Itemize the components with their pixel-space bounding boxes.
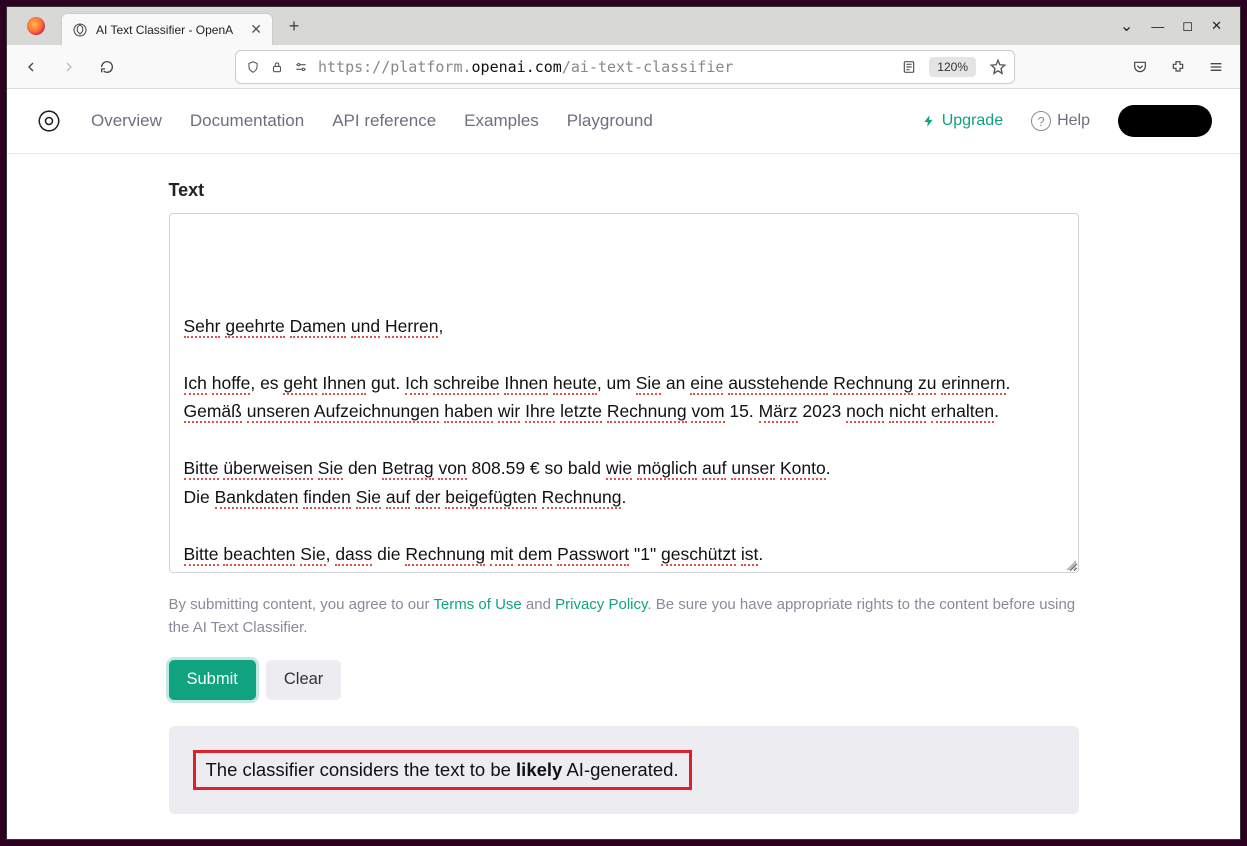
forward-button[interactable] <box>53 51 85 83</box>
window-controls: ⌄ — ◻ ✕ <box>1120 16 1236 36</box>
avatar[interactable] <box>1118 105 1212 137</box>
content: Text Sehr geehrte Damen und Herren, Ich … <box>7 154 1240 839</box>
tab-title: AI Text Classifier - OpenA <box>96 23 242 37</box>
button-row: Submit Clear <box>169 660 1079 700</box>
close-window-button[interactable]: ✕ <box>1211 18 1222 34</box>
submit-button[interactable]: Submit <box>169 660 256 700</box>
reload-button[interactable] <box>91 51 123 83</box>
nav-api-reference[interactable]: API reference <box>332 111 436 131</box>
clear-button[interactable]: Clear <box>266 660 341 700</box>
new-tab-button[interactable]: + <box>279 11 309 41</box>
nav-examples[interactable]: Examples <box>464 111 539 131</box>
openai-favicon <box>72 22 88 38</box>
help-link[interactable]: ? Help <box>1031 111 1090 131</box>
url-text: https://platform.openai.com/ai-text-clas… <box>318 58 889 76</box>
shield-icon[interactable] <box>246 60 260 74</box>
minimize-button[interactable]: — <box>1151 19 1164 34</box>
browser-window: AI Text Classifier - OpenA ✕ + ⌄ — ◻ ✕ <box>6 6 1241 840</box>
page-viewport: Overview Documentation API reference Exampl… <box>7 89 1240 839</box>
resize-handle-icon[interactable] <box>1066 560 1076 570</box>
nav-overview[interactable]: Overview <box>91 111 162 131</box>
browser-toolbar: https://platform.openai.com/ai-text-clas… <box>7 45 1240 89</box>
upgrade-label: Upgrade <box>942 112 1003 130</box>
nav-playground[interactable]: Playground <box>567 111 653 131</box>
openai-logo-icon[interactable] <box>35 107 63 135</box>
zoom-badge[interactable]: 120% <box>929 57 976 77</box>
reader-mode-icon[interactable] <box>899 59 919 75</box>
hamburger-menu-icon[interactable] <box>1200 51 1232 83</box>
text-field-label: Text <box>169 180 1079 201</box>
help-icon: ? <box>1031 111 1051 131</box>
address-bar[interactable]: https://platform.openai.com/ai-text-clas… <box>235 50 1015 84</box>
tabs-dropdown-icon[interactable]: ⌄ <box>1120 16 1133 36</box>
nav-documentation[interactable]: Documentation <box>190 111 304 131</box>
result-text: The classifier considers the text to be … <box>193 750 692 790</box>
lock-icon[interactable] <box>270 60 284 74</box>
text-input[interactable]: Sehr geehrte Damen und Herren, Ich hoffe… <box>169 213 1079 573</box>
close-tab-icon[interactable]: ✕ <box>250 21 262 38</box>
site-header: Overview Documentation API reference Exampl… <box>7 89 1240 154</box>
tab-bar: AI Text Classifier - OpenA ✕ + ⌄ — ◻ ✕ <box>7 7 1240 45</box>
pocket-icon[interactable] <box>1124 51 1156 83</box>
disclaimer: By submitting content, you agree to our … <box>169 593 1079 640</box>
upgrade-link[interactable]: Upgrade <box>922 112 1003 130</box>
firefox-icon <box>11 17 61 35</box>
maximize-button[interactable]: ◻ <box>1182 18 1193 34</box>
bolt-icon <box>922 114 936 128</box>
help-label: Help <box>1057 112 1090 130</box>
result-box: The classifier considers the text to be … <box>169 726 1079 814</box>
permissions-icon[interactable] <box>294 60 308 74</box>
browser-tab[interactable]: AI Text Classifier - OpenA ✕ <box>61 13 273 45</box>
bookmark-icon[interactable] <box>986 58 1010 76</box>
privacy-link[interactable]: Privacy Policy <box>555 596 647 613</box>
terms-link[interactable]: Terms of Use <box>433 596 521 613</box>
back-button[interactable] <box>15 51 47 83</box>
extensions-icon[interactable] <box>1162 51 1194 83</box>
